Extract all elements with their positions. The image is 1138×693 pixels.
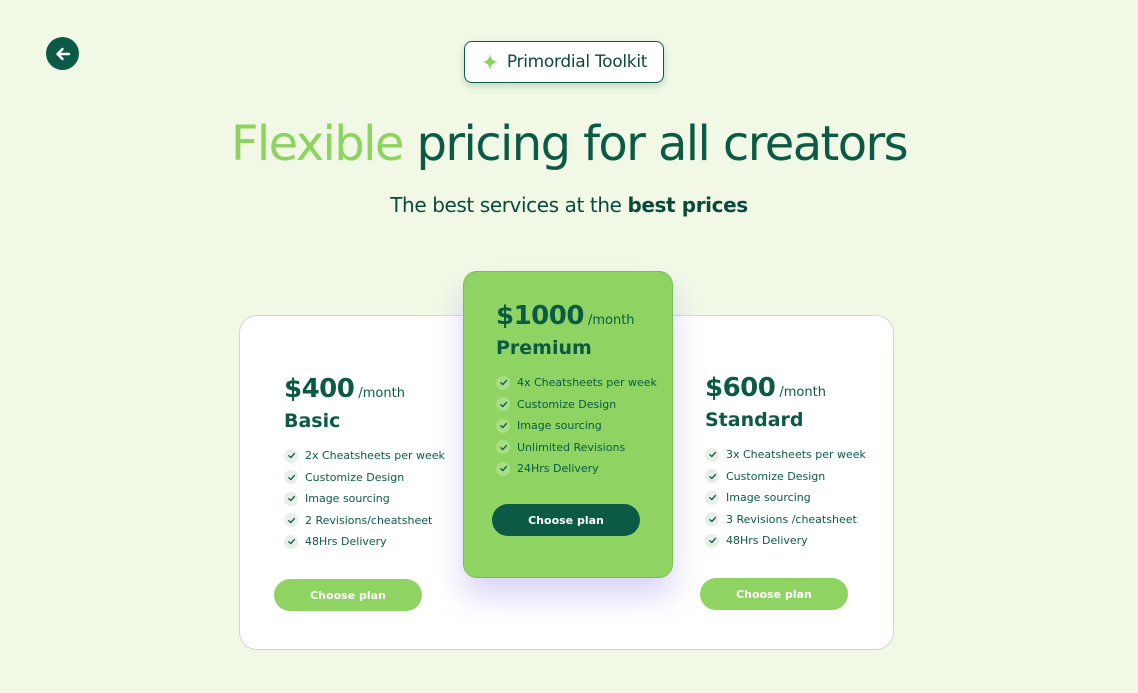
feature-label: 24Hrs Delivery <box>517 462 599 475</box>
feature-item: Customize Design <box>705 466 866 487</box>
feature-item: 4x Cheatsheets per week <box>496 372 657 393</box>
feature-label: Customize Design <box>305 470 405 484</box>
feature-list: 4x Cheatsheets per week Customize Design… <box>496 372 657 479</box>
feature-item: 48Hrs Delivery <box>284 531 445 552</box>
price-row: $1000 /month <box>496 301 657 331</box>
plan-standard: $600 /month Standard 3x Cheatsheets per … <box>705 373 866 552</box>
check-icon <box>705 512 719 526</box>
feature-item: 2x Cheatsheets per week <box>284 445 445 466</box>
subtitle-text: The best services at the <box>390 193 628 217</box>
plan-name: Basic <box>284 410 341 432</box>
price-row: $600 /month <box>705 373 866 403</box>
feature-item: Customize Design <box>496 394 657 415</box>
plan-period: /month <box>587 313 635 328</box>
feature-item: Unlimited Revisions <box>496 437 657 458</box>
feature-label: 4x Cheatsheets per week <box>517 376 657 389</box>
badge-label: Primordial Toolkit <box>506 52 648 72</box>
subtitle-bold: best prices <box>627 193 748 217</box>
feature-label: 3 Revisions /cheatsheet <box>726 512 857 526</box>
feature-item: Image sourcing <box>705 487 866 508</box>
feature-item: 48Hrs Delivery <box>705 530 866 551</box>
plan-price: $400 <box>284 374 355 404</box>
product-badge: Primordial Toolkit <box>464 41 664 83</box>
title-accent: Flexible <box>230 116 405 172</box>
plan-period: /month <box>779 385 826 400</box>
title-rest: pricing for all creators <box>402 116 909 172</box>
feature-item: 3x Cheatsheets per week <box>705 444 866 465</box>
check-icon <box>284 513 298 527</box>
feature-item: Image sourcing <box>496 415 657 436</box>
feature-label: 48Hrs Delivery <box>726 534 808 547</box>
check-icon <box>284 470 298 484</box>
feature-label: Customize Design <box>517 397 617 411</box>
check-icon <box>284 534 298 549</box>
feature-label: Customize Design <box>726 469 826 483</box>
check-icon <box>705 469 719 483</box>
feature-label: Image sourcing <box>305 492 390 505</box>
check-icon <box>496 440 510 454</box>
feature-item: 2 Revisions/cheatsheet <box>284 510 445 531</box>
feature-item: 3 Revisions /cheatsheet <box>705 509 866 530</box>
back-button[interactable] <box>46 37 79 70</box>
feature-list: 2x Cheatsheets per week Customize Design… <box>284 445 445 552</box>
plan-name: Premium <box>496 337 592 359</box>
check-icon <box>496 375 510 390</box>
feature-item: Customize Design <box>284 467 445 488</box>
feature-label: 3x Cheatsheets per week <box>726 448 866 461</box>
feature-label: 48Hrs Delivery <box>305 535 387 548</box>
feature-label: Image sourcing <box>517 419 602 432</box>
plan-premium: $1000 /month Premium 4x Cheatsheets per … <box>496 301 657 480</box>
check-icon <box>496 461 510 476</box>
plan-price: $1000 <box>496 301 584 331</box>
check-icon <box>705 490 719 505</box>
check-icon <box>496 418 510 433</box>
check-icon <box>705 533 719 548</box>
feature-label: Image sourcing <box>726 491 811 504</box>
check-icon <box>705 447 719 462</box>
plan-price: $600 <box>705 373 776 403</box>
price-row: $400 /month <box>284 374 445 404</box>
feature-label: Unlimited Revisions <box>517 440 626 454</box>
check-icon <box>284 448 298 463</box>
sparkle-icon <box>481 53 499 71</box>
plan-basic: $400 /month Basic 2x Cheatsheets per wee… <box>284 374 445 553</box>
feature-label: 2x Cheatsheets per week <box>305 449 445 462</box>
page-title: Flexible pricing for all creators <box>0 116 1138 172</box>
choose-plan-basic-button[interactable]: Choose plan <box>274 579 422 611</box>
feature-item: 24Hrs Delivery <box>496 458 657 479</box>
feature-item: Image sourcing <box>284 488 445 509</box>
check-icon <box>496 397 510 411</box>
check-icon <box>284 491 298 506</box>
choose-plan-premium-button[interactable]: Choose plan <box>492 504 640 536</box>
feature-list: 3x Cheatsheets per week Customize Design… <box>705 444 866 551</box>
choose-plan-standard-button[interactable]: Choose plan <box>700 578 848 610</box>
feature-label: 2 Revisions/cheatsheet <box>305 513 433 527</box>
plan-name: Standard <box>705 409 804 431</box>
arrow-left-icon <box>55 47 70 60</box>
plan-period: /month <box>358 386 405 401</box>
page-subtitle: The best services at the best prices <box>0 193 1138 217</box>
